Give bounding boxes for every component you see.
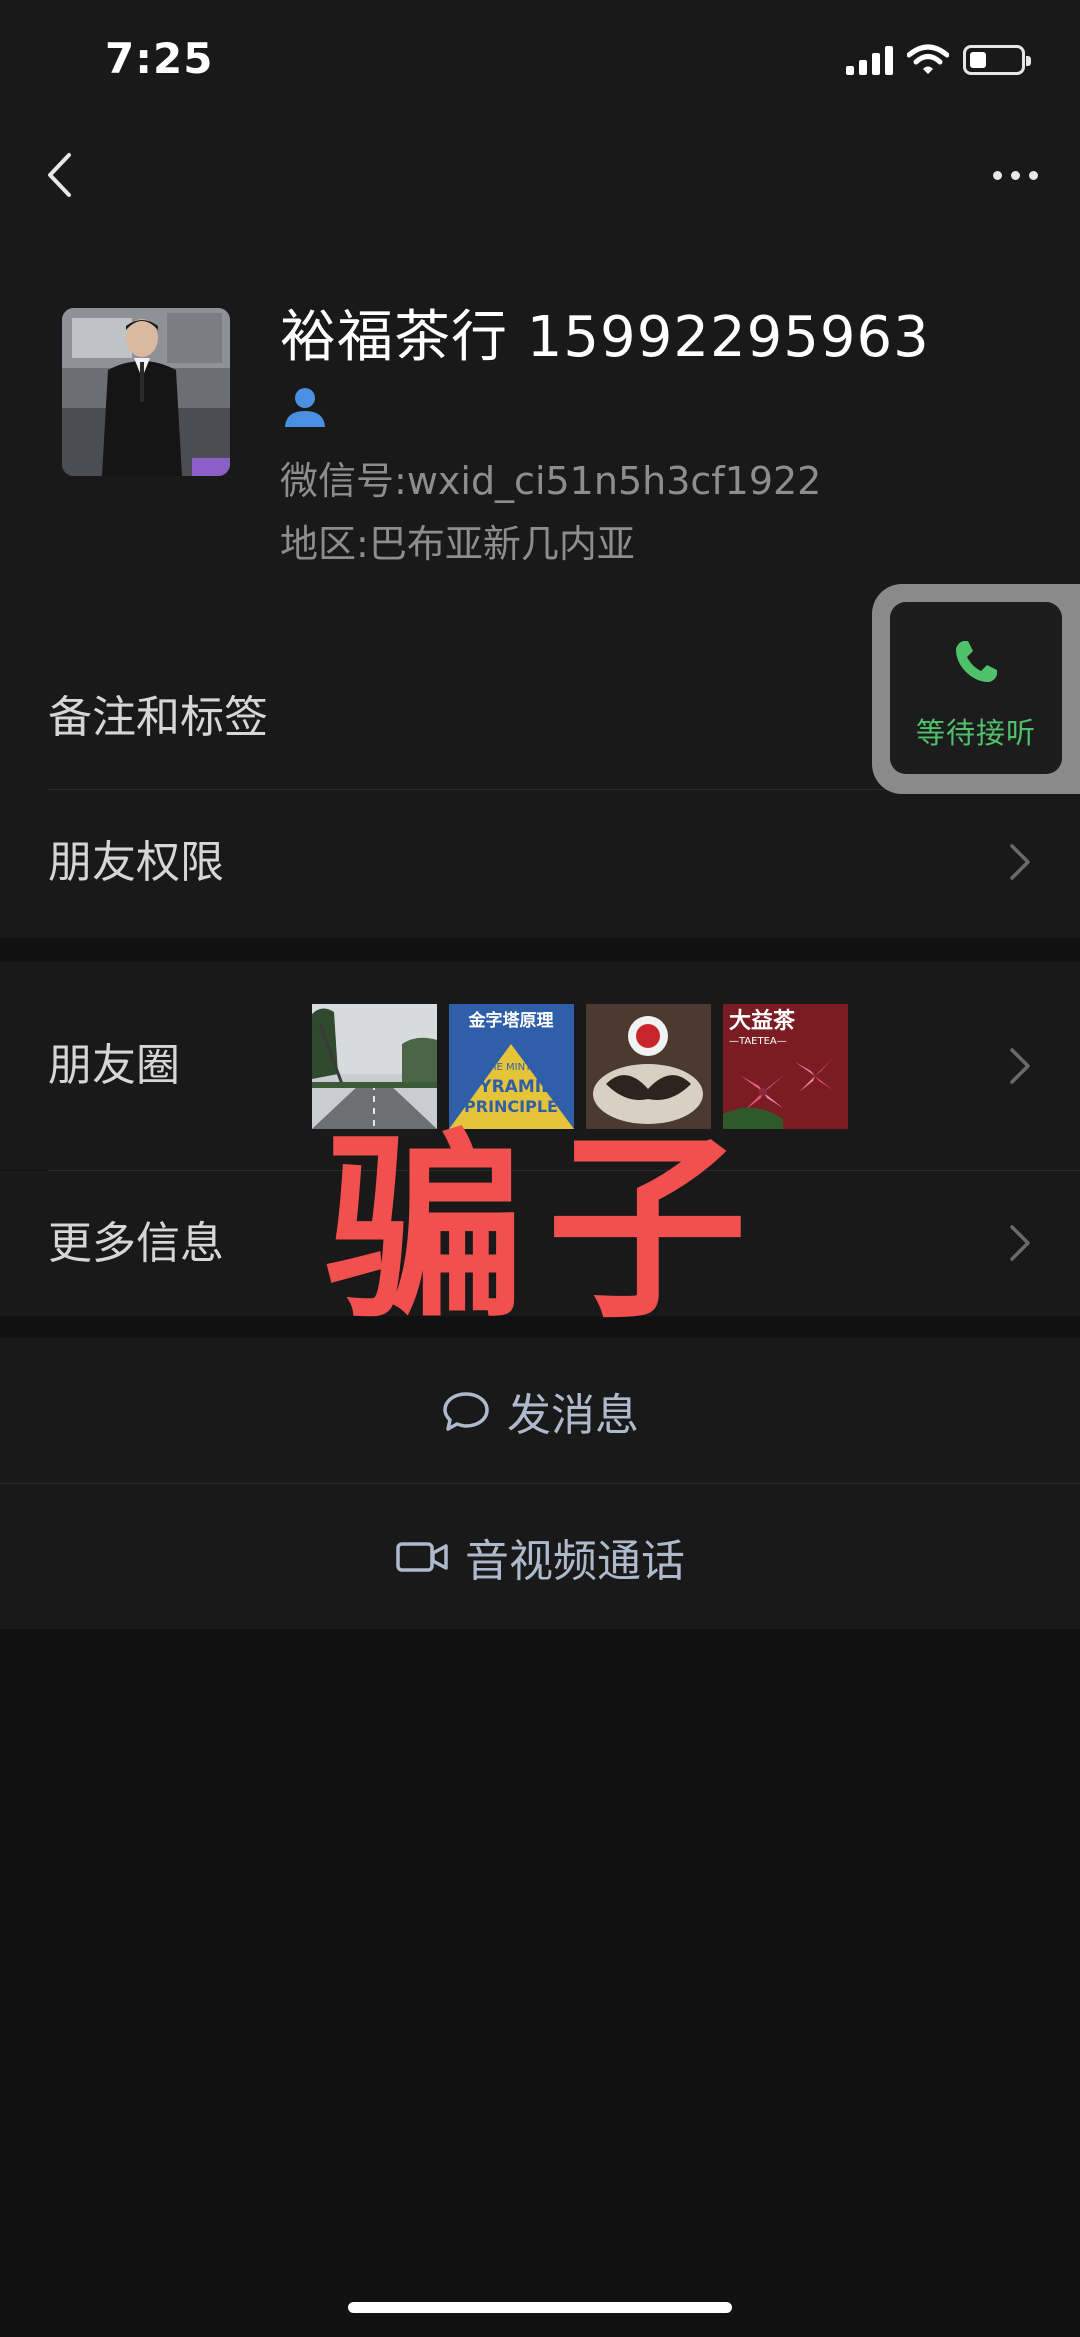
scam-warning-stamp: 骗子 [325, 1113, 770, 1346]
remark-tags-label: 备注和标签 [48, 692, 268, 743]
moments-thumbnail: 金字塔原理 THE MINTO PYRAMID PRINCIPLE [449, 1004, 574, 1129]
moments-thumbnail: 大益茶 —TAETEA— [723, 1004, 848, 1129]
chevron-right-icon [1010, 1048, 1030, 1084]
call-waiting-card[interactable]: 等待接听 [890, 602, 1062, 774]
friend-permissions-row[interactable]: 朋友权限 [0, 790, 1080, 935]
section-gap [0, 938, 1080, 962]
signal-icon [846, 45, 893, 75]
chevron-right-icon [1010, 844, 1030, 880]
region: 地区:巴布亚新几内亚 [280, 513, 635, 568]
tea-brand-cn: 大益茶 [729, 1008, 796, 1034]
battery-icon [963, 45, 1031, 75]
wechat-id: 微信号:wxid_ci51n5h3cf1922 [280, 450, 821, 505]
lily-tea-photo: 大益茶 —TAETEA— [723, 1004, 848, 1129]
status-time: 7:25 [105, 34, 214, 83]
road-photo [312, 1004, 437, 1129]
tea-brand-photo [586, 1004, 711, 1129]
chevron-right-icon [1010, 1225, 1030, 1261]
tea-brand-en: —TAETEA— [729, 1036, 787, 1047]
audio-video-call-button[interactable]: 音视频通话 [0, 1484, 1080, 1629]
book-title-cn: 金字塔原理 [468, 1010, 554, 1031]
chevron-left-icon [48, 153, 71, 197]
send-message-label: 发消息 [507, 1389, 639, 1441]
video-camera-icon [395, 1539, 449, 1575]
more-dots-icon[interactable] [980, 150, 1050, 200]
contact-profile-screen: 7:25 裕福茶行 15992295963 微信号:wxid_ci51n5h3c… [0, 0, 1080, 2337]
person-icon [285, 388, 325, 427]
region-value: 巴布亚新几内亚 [368, 522, 635, 566]
wechat-id-value: wxid_ci51n5h3cf1922 [406, 459, 822, 503]
phone-icon [956, 641, 997, 682]
friend-permissions-label: 朋友权限 [48, 837, 224, 888]
moments-label: 朋友圈 [48, 1040, 180, 1091]
chat-bubble-icon [441, 1389, 491, 1433]
book-title-en-1: THE MINTO [482, 1062, 539, 1073]
call-waiting-widget[interactable]: 等待接听 [872, 584, 1080, 794]
wechat-id-label: 微信号: [280, 459, 407, 503]
book-title-en-2: PYRAMID [467, 1077, 555, 1097]
call-waiting-label: 等待接听 [915, 716, 1036, 750]
moments-thumbnails: 金字塔原理 THE MINTO PYRAMID PRINCIPLE 大益茶 —T… [312, 1004, 848, 1129]
more-info-label: 更多信息 [48, 1218, 224, 1269]
send-message-button[interactable]: 发消息 [0, 1338, 1080, 1483]
audio-video-call-label: 音视频通话 [465, 1535, 685, 1587]
back-button[interactable] [34, 140, 84, 210]
wifi-icon [907, 44, 949, 74]
region-label: 地区: [280, 522, 369, 566]
status-icons [846, 40, 1031, 80]
home-indicator[interactable] [348, 2302, 732, 2313]
book-cover-photo: 金字塔原理 THE MINTO PYRAMID PRINCIPLE [449, 1004, 574, 1129]
contact-name: 裕福茶行 15992295963 [280, 305, 930, 370]
moments-thumbnail [312, 1004, 437, 1129]
moments-thumbnail [586, 1004, 711, 1129]
avatar[interactable] [62, 308, 230, 476]
